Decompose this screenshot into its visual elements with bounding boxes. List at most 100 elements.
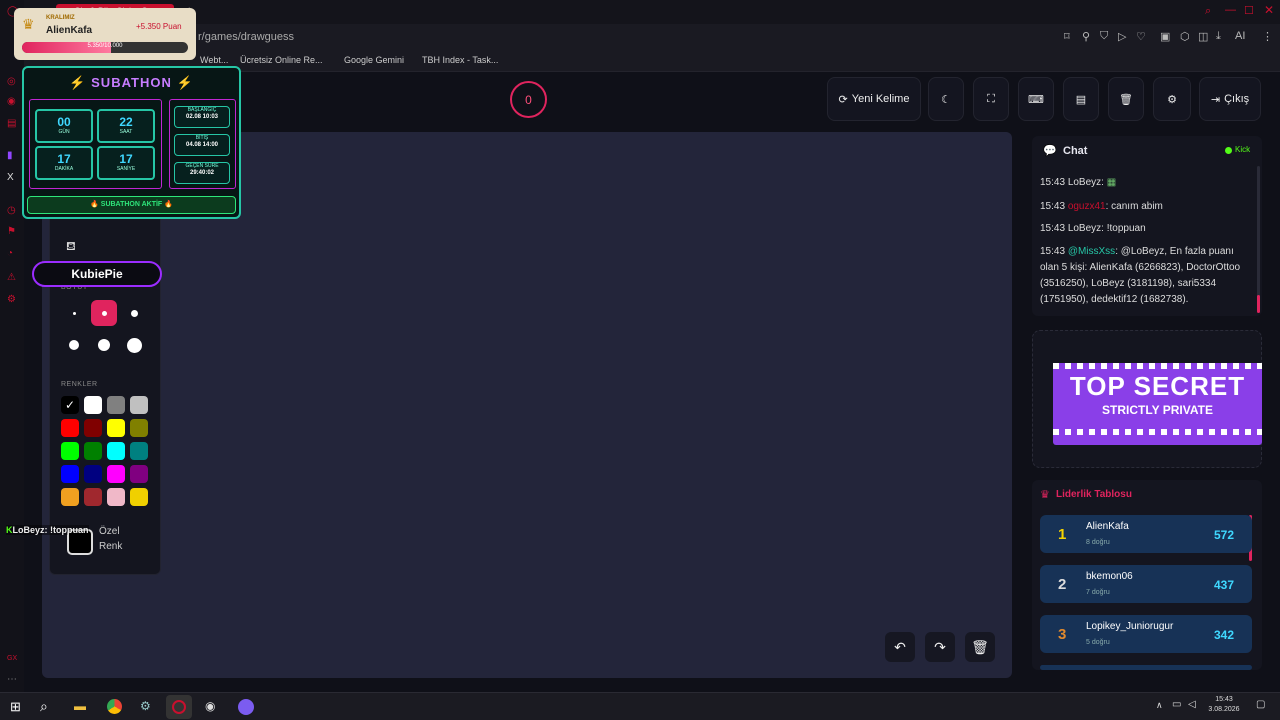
fill-bucket-icon[interactable]: ⛾ <box>66 239 76 255</box>
color-swatch[interactable] <box>107 488 125 506</box>
minimize-icon[interactable]: — <box>1225 4 1236 16</box>
search-icon[interactable]: ⌕ <box>1205 5 1211 18</box>
new-word-button[interactable]: ⟳ Yeni Kelime <box>827 77 921 121</box>
banner-title: TOP SECRET <box>1069 371 1246 401</box>
sidebar-icon[interactable]: ◉ <box>7 96 16 107</box>
play-icon[interactable]: ▷ <box>1118 30 1126 43</box>
color-swatch[interactable] <box>130 465 148 483</box>
x-icon[interactable]: X <box>7 172 14 183</box>
file-explorer-icon[interactable]: ▬ <box>74 699 86 713</box>
elapsed-time: GEÇEN SÜRE 29:40:02 <box>174 162 230 184</box>
network-icon[interactable]: ▭ <box>1172 699 1181 710</box>
color-swatch-selected[interactable]: ✓ <box>61 396 79 414</box>
more-icon[interactable]: ⋯ <box>7 674 17 685</box>
fullscreen-button[interactable]: ⛶ <box>973 77 1009 121</box>
download-icon[interactable]: ⤓ <box>1216 30 1221 43</box>
volume-icon[interactable]: ◁ <box>1188 699 1196 710</box>
size-option[interactable] <box>61 332 87 358</box>
settings-icon[interactable]: ⚙ <box>7 294 16 305</box>
steam-icon[interactable]: ⚙ <box>140 699 151 713</box>
color-swatch[interactable] <box>130 396 148 414</box>
countdown-hours: 22 SAAT <box>97 109 155 143</box>
redo-button[interactable]: ↷ <box>925 632 955 662</box>
bookmark-item[interactable]: Ücretsiz Online Re... <box>240 55 323 65</box>
bookmark-item[interactable]: TBH Index - Task... <box>422 55 498 65</box>
countdown-days: 00 GÜN <box>35 109 93 143</box>
sidebar-icon[interactable]: ◔ <box>7 248 13 259</box>
player-score: 342 <box>1214 628 1235 642</box>
bookmark-icon[interactable]: ⌑ <box>1064 30 1070 43</box>
url-text[interactable]: r/games/drawguess <box>198 31 294 43</box>
size-option[interactable] <box>61 300 87 326</box>
color-swatch[interactable] <box>107 396 125 414</box>
sidebar-icon[interactable]: GX <box>7 655 17 662</box>
color-swatch[interactable] <box>107 442 125 460</box>
twitch-icon[interactable]: ▮ <box>7 150 13 161</box>
tray-chevron-icon[interactable]: ∧ <box>1156 700 1163 711</box>
close-icon[interactable]: ✕ <box>1264 3 1274 17</box>
undo-button[interactable]: ↶ <box>885 632 915 662</box>
sidebar-icon[interactable]: ⚑ <box>7 226 16 237</box>
discord-icon[interactable] <box>238 699 254 715</box>
heart-icon[interactable]: ♡ <box>1136 30 1146 43</box>
size-option[interactable] <box>121 332 147 358</box>
top-secret-banner: TOP SECRET STRICTLY PRIVATE <box>1053 363 1262 445</box>
extension-icon[interactable]: ▣ <box>1160 30 1170 43</box>
exit-button[interactable]: ⇥ Çıkış <box>1199 77 1261 121</box>
windows-start-icon[interactable]: ⊞ <box>10 699 21 715</box>
king-name: AlienKafa <box>46 25 93 36</box>
notification-icon[interactable]: ▢ <box>1256 699 1265 710</box>
bookmark-item[interactable]: Webt... <box>200 55 228 65</box>
shield-icon[interactable]: ⛉ <box>1100 30 1108 43</box>
search-icon[interactable]: ⌕ <box>40 698 48 715</box>
color-swatch[interactable] <box>130 442 148 460</box>
color-swatch[interactable] <box>61 419 79 437</box>
king-progress-track: 5.350/10.000 <box>22 42 188 53</box>
size-option[interactable] <box>121 300 147 326</box>
bookmark-item[interactable]: Google Gemini <box>344 55 404 65</box>
lightning-icon: ⚡ <box>69 75 87 90</box>
round-timer: 0 <box>510 81 547 118</box>
chrome-icon[interactable] <box>107 699 122 714</box>
puzzle-icon[interactable]: ⬡ <box>1180 30 1190 43</box>
color-swatch[interactable] <box>107 419 125 437</box>
obs-icon[interactable]: ◉ <box>205 699 215 713</box>
keyboard-button[interactable]: ⌨ <box>1018 77 1054 121</box>
size-option-selected[interactable] <box>91 300 117 326</box>
pin-icon[interactable]: ⚲ <box>1082 30 1090 43</box>
ai-button[interactable]: AI <box>1235 30 1245 42</box>
maximize-icon[interactable]: ☐ <box>1244 4 1254 17</box>
archive-button[interactable]: ▤ <box>1063 77 1099 121</box>
color-swatch[interactable] <box>84 419 102 437</box>
color-swatch[interactable] <box>84 396 102 414</box>
snapshot-icon[interactable]: ◫ <box>1198 30 1208 43</box>
clock[interactable]: 15:43 3.08.2026 <box>1204 695 1244 715</box>
sidebar-icon[interactable]: ◷ <box>7 205 16 216</box>
settings-button[interactable]: ⚙ <box>1153 77 1191 121</box>
color-swatch[interactable] <box>84 465 102 483</box>
menu-icon[interactable]: ⋮ <box>1262 30 1273 43</box>
colors-label: RENKLER <box>61 381 98 388</box>
chat-scrollbar[interactable] <box>1257 166 1260 312</box>
color-swatch[interactable] <box>61 442 79 460</box>
sidebar-icon[interactable]: ▤ <box>7 118 16 129</box>
canvas-clear-button[interactable]: 🗑 <box>965 632 995 662</box>
color-swatch[interactable] <box>84 488 102 506</box>
new-word-label: Yeni Kelime <box>851 93 910 105</box>
clear-button[interactable]: 🗑 <box>1108 77 1144 121</box>
floating-chat-message: KLoBeyz: !toppuan <box>6 525 89 535</box>
chat-scroll-thumb[interactable] <box>1257 295 1260 313</box>
sidebar-icon[interactable]: ◎ <box>7 76 16 87</box>
color-swatch[interactable] <box>130 419 148 437</box>
taskbar-active-app[interactable] <box>166 695 192 719</box>
sidebar-icon[interactable]: ⚠ <box>7 272 16 283</box>
color-swatch[interactable] <box>107 465 125 483</box>
dark-mode-button[interactable]: ☾ <box>928 77 964 121</box>
color-swatch[interactable] <box>61 465 79 483</box>
color-swatch[interactable] <box>130 488 148 506</box>
end-time: BİTİŞ 04.08 14:00 <box>174 134 230 156</box>
size-option[interactable] <box>91 332 117 358</box>
taskbar <box>0 692 1280 720</box>
color-swatch[interactable] <box>61 488 79 506</box>
color-swatch[interactable] <box>84 442 102 460</box>
